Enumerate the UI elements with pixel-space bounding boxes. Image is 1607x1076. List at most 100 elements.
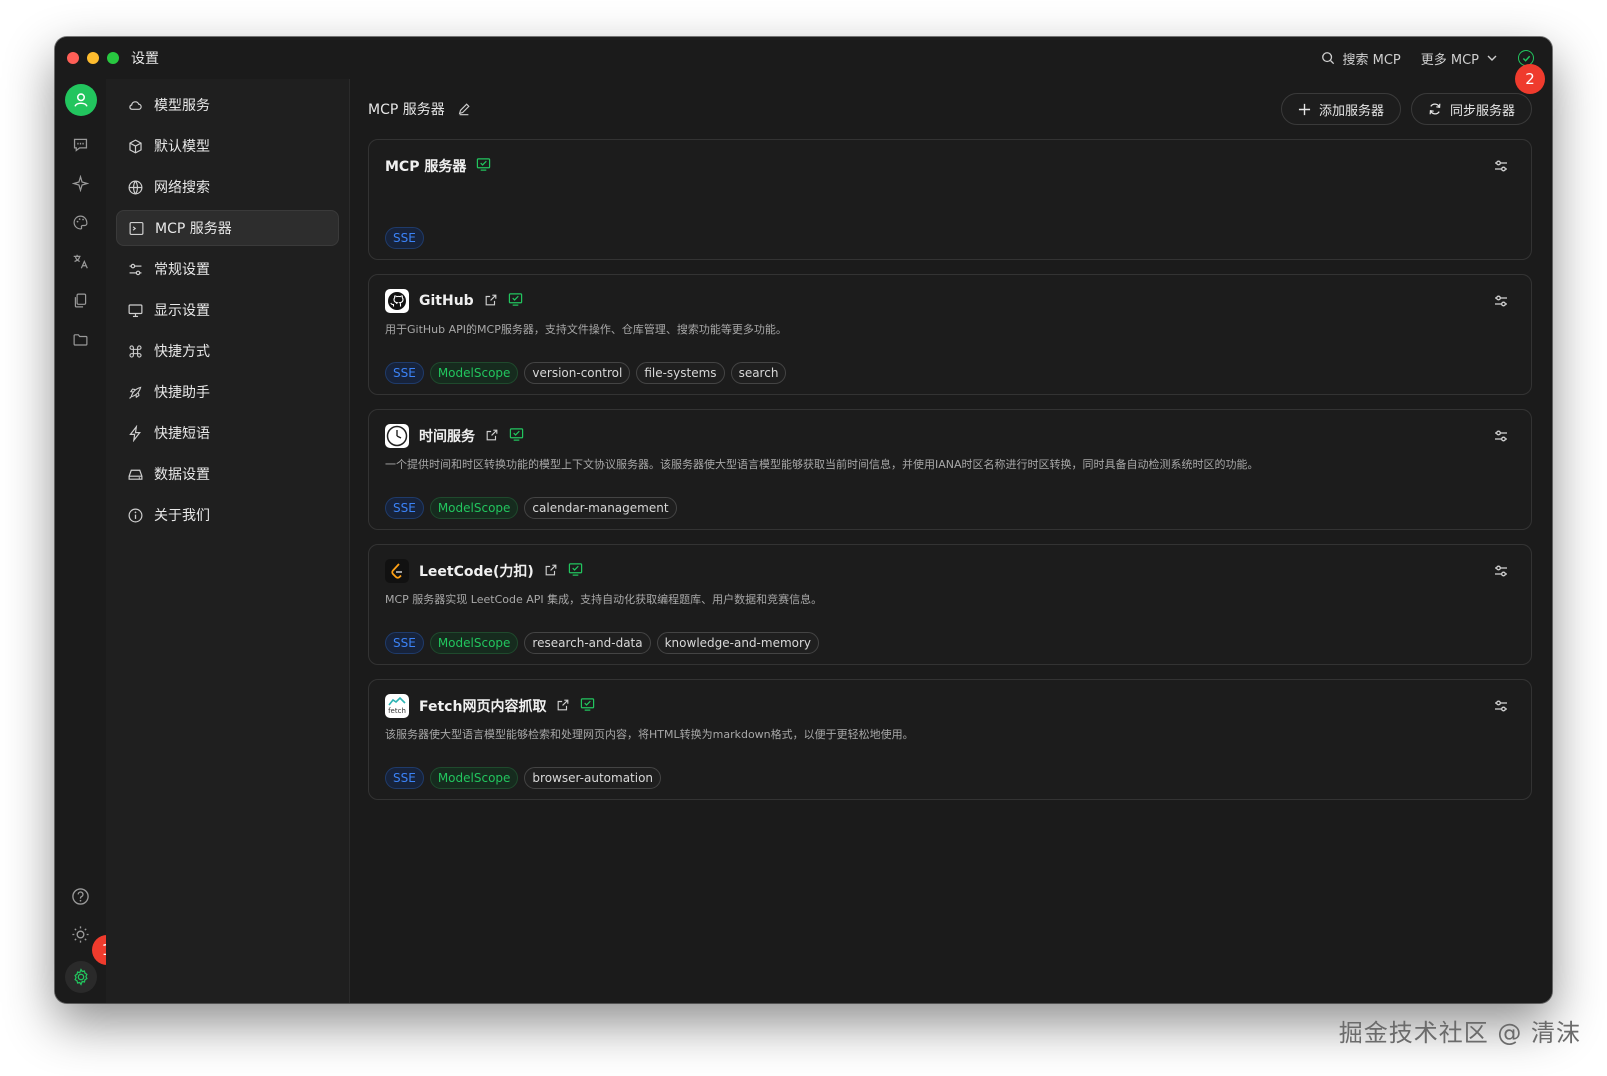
refresh-icon — [1429, 103, 1441, 115]
maximize-window-button[interactable] — [107, 52, 119, 64]
theme-sun-icon[interactable] — [70, 923, 92, 945]
server-card[interactable]: fetch Fetch网页内容抓取该服务器使大型语言模型能够检索和处理网页内容，将… — [368, 679, 1532, 800]
server-description: 该服务器使大型语言模型能够检索和处理网页内容，将HTML转换为markdown格… — [385, 728, 914, 741]
enabled-monitor-icon[interactable] — [508, 292, 523, 311]
avatar[interactable] — [64, 84, 97, 116]
server-name: GitHub — [419, 293, 474, 309]
external-link-icon[interactable] — [544, 562, 558, 581]
fetch-logo-icon: fetch — [385, 694, 409, 718]
palette-icon[interactable] — [70, 211, 92, 233]
card-title-row: MCP 服务器 — [385, 154, 1515, 178]
server-card[interactable]: GitHub 用于GitHub API的MCP服务器，支持文件操作、仓库管理、搜索… — [368, 274, 1532, 395]
translate-icon[interactable] — [70, 250, 92, 272]
nav-item-label: 默认模型 — [154, 139, 210, 155]
help-icon[interactable] — [70, 885, 92, 907]
fetch-logo-text: fetch — [388, 707, 406, 715]
nav-item-1[interactable]: 默认模型 — [116, 128, 339, 164]
tag: ModelScope — [429, 362, 519, 384]
more-mcp-dropdown[interactable]: 更多 MCP — [1421, 49, 1498, 68]
enabled-monitor-icon[interactable] — [509, 427, 524, 446]
tag: research-and-data — [524, 632, 651, 654]
server-settings-button[interactable] — [1493, 563, 1509, 583]
command-icon — [126, 342, 144, 360]
gear-icon — [73, 968, 88, 986]
settings-window: 设置 搜索 MCP 更多 MCP 模型服务 默认模型 网络搜索 MCP 服务器 … — [55, 37, 1552, 1003]
server-tags: SSE — [385, 227, 424, 249]
icon-rail: 1 — [55, 79, 122, 1003]
tag: file-systems — [636, 362, 725, 384]
enabled-monitor-icon[interactable] — [476, 157, 491, 176]
server-description: 一个提供时间和时区转换功能的模型上下文协议服务器。该服务器使大型语言模型能够获取… — [385, 458, 1259, 471]
settings-button[interactable]: 1 — [64, 935, 122, 993]
server-settings-button[interactable] — [1493, 428, 1509, 448]
files-icon[interactable] — [70, 289, 92, 311]
server-description: MCP 服务器实现 LeetCode API 集成，支持自动化获取编程题库、用户… — [385, 593, 823, 606]
user-icon — [73, 93, 88, 107]
nav-item-label: 快捷方式 — [154, 344, 210, 360]
search-mcp-button[interactable]: 搜索 MCP — [1321, 49, 1401, 68]
terminal-icon — [127, 219, 145, 237]
nav-item-5[interactable]: 显示设置 — [116, 292, 339, 328]
chevron-down-icon — [1487, 55, 1497, 61]
nav-item-9[interactable]: 数据设置 — [116, 456, 339, 492]
server-card[interactable]: 时间服务一个提供时间和时区转换功能的模型上下文协议服务器。该服务器使大型语言模型… — [368, 409, 1532, 530]
server-settings-button[interactable] — [1493, 698, 1509, 718]
server-settings-button[interactable] — [1493, 293, 1509, 313]
clock-logo-icon — [385, 424, 409, 448]
server-card[interactable]: LeetCode(力扣) MCP 服务器实现 LeetCode API 集成，支持… — [368, 544, 1532, 665]
server-name: 时间服务 — [419, 429, 475, 445]
nav-item-3[interactable]: MCP 服务器 — [116, 210, 339, 246]
server-tags: SSE ModelScope version-control file-systems… — [385, 362, 787, 384]
external-link-icon[interactable] — [556, 697, 570, 716]
edit-title-button[interactable] — [457, 102, 471, 116]
server-settings-button[interactable] — [1493, 158, 1509, 178]
page-title: MCP 服务器 — [368, 102, 445, 118]
nav-item-8[interactable]: 快捷短语 — [116, 415, 339, 451]
server-description — [385, 186, 1515, 202]
server-tags: SSE ModelScope research-and-data knowledge-… — [385, 632, 820, 654]
sparkle-icon[interactable] — [70, 172, 92, 194]
tag: search — [730, 362, 787, 384]
external-link-icon[interactable] — [485, 427, 499, 446]
enabled-monitor-icon[interactable] — [580, 697, 595, 716]
enabled-monitor-icon[interactable] — [568, 562, 583, 581]
server-name: MCP 服务器 — [385, 159, 467, 175]
nav-item-4[interactable]: 常规设置 — [116, 251, 339, 287]
rocket-icon — [126, 383, 144, 401]
card-title-row: 时间服务 — [385, 424, 1515, 448]
nav-item-10[interactable]: 关于我们 — [116, 497, 339, 533]
tag: ModelScope — [429, 632, 519, 654]
add-server-button[interactable]: 添加服务器 — [1280, 93, 1401, 125]
header-buttons: 添加服务器 同步服务器 2 — [1280, 64, 1545, 125]
settings-sliders-icon — [1495, 295, 1507, 307]
sync-server-label: 同步服务器 — [1449, 103, 1515, 119]
folder-icon[interactable] — [70, 328, 92, 350]
tag: SSE — [385, 767, 424, 789]
nav-item-2[interactable]: 网络搜索 — [116, 169, 339, 205]
minimize-window-button[interactable] — [87, 52, 99, 64]
tag: SSE — [385, 362, 424, 384]
sync-server-button[interactable]: 同步服务器 2 — [1410, 64, 1545, 125]
tag: ModelScope — [429, 497, 519, 519]
content-header: MCP 服务器 添加服务器 同步服务器 2 — [368, 64, 1545, 125]
github-logo-icon — [385, 289, 409, 313]
external-link-icon[interactable] — [484, 292, 498, 311]
nav-item-0[interactable]: 模型服务 — [116, 87, 339, 123]
cloud-icon — [126, 96, 144, 114]
nav-item-label: 快捷短语 — [154, 426, 210, 442]
pencil-icon — [458, 103, 470, 116]
titlebar-actions: 搜索 MCP 更多 MCP — [1321, 49, 1534, 68]
plus-icon — [1298, 103, 1311, 115]
server-card[interactable]: MCP 服务器 SSE — [368, 139, 1532, 260]
tag: version-control — [524, 362, 631, 384]
chat-icon[interactable] — [70, 133, 92, 155]
nav-item-6[interactable]: 快捷方式 — [116, 333, 339, 369]
close-window-button[interactable] — [67, 52, 79, 64]
server-name: Fetch网页内容抓取 — [419, 699, 547, 715]
settings-sliders-icon — [1495, 565, 1507, 577]
server-description: 用于GitHub API的MCP服务器，支持文件操作、仓库管理、搜索功能等更多功… — [385, 323, 787, 336]
nav-item-7[interactable]: 快捷助手 — [116, 374, 339, 410]
server-list: MCP 服务器 SSE GitHub 用于GitHub API的MCP服务器，支持文件… — [368, 139, 1532, 814]
more-mcp-label: 更多 MCP — [1420, 52, 1479, 68]
nav-item-label: 数据设置 — [154, 467, 210, 483]
